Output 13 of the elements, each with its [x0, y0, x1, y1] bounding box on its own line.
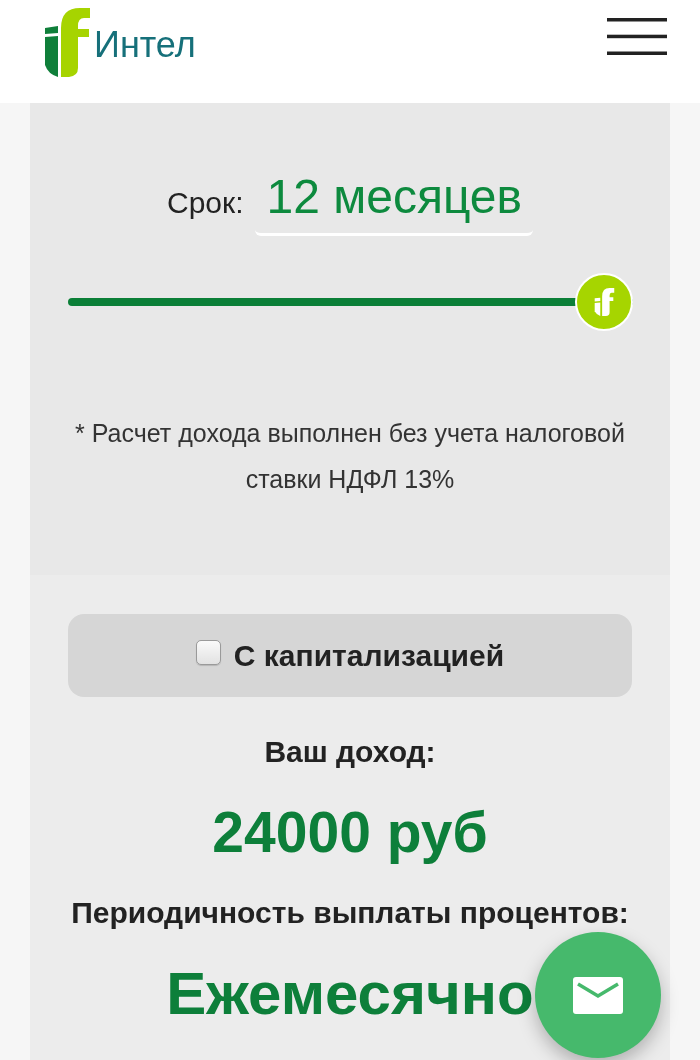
- menu-icon[interactable]: [607, 18, 667, 55]
- income-value: 24000 руб: [211, 800, 489, 864]
- term-field[interactable]: 12 месяцев: [255, 169, 534, 236]
- term-label: Срок:: [166, 186, 244, 220]
- payout-value: Ежемесячно: [166, 959, 534, 1029]
- envelope-icon: [573, 976, 623, 1014]
- income-label: Ваш доход:: [263, 735, 437, 769]
- logo-icon: [44, 8, 90, 77]
- capitalization-label: С капитализацией: [233, 638, 505, 673]
- logo-text: Интел: [94, 25, 196, 65]
- payout-label: Периодичность выплаты процентов:: [70, 896, 630, 930]
- capitalization-checkbox[interactable]: [195, 640, 221, 665]
- tax-note: * Расчет дохода выполнен без учета налоговой ставки НДФЛ 13%: [74, 418, 626, 495]
